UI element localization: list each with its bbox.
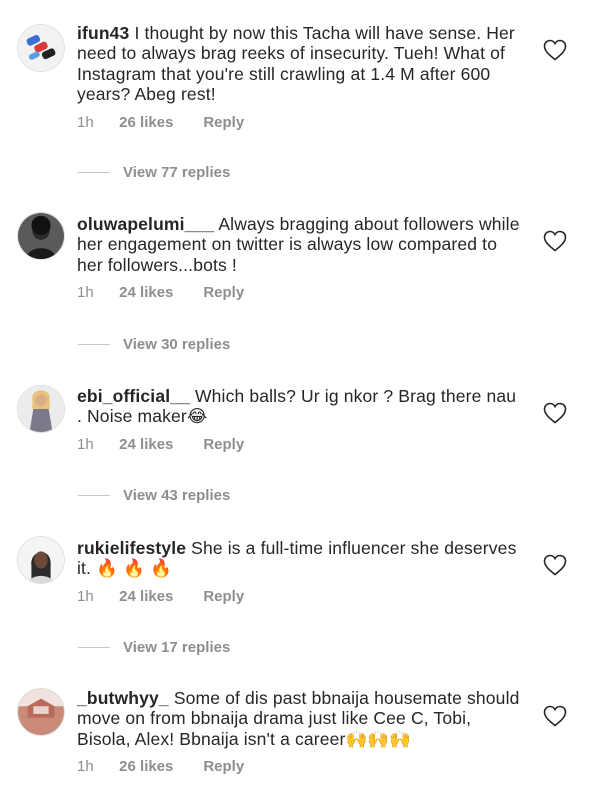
comment-likes[interactable]: 26 likes	[119, 113, 199, 133]
comment-text: _butwhyy_ Some of dis past bbnaija house…	[77, 688, 522, 749]
comment-body: ebi_official__ Which balls? Ur ig nkor ?…	[77, 386, 522, 455]
comment-likes[interactable]: 26 likes	[119, 757, 199, 777]
comment-username[interactable]: _butwhyy_	[77, 688, 169, 708]
replies-divider	[78, 343, 110, 345]
heart-outline-icon[interactable]	[543, 39, 567, 61]
comment-body: ifun43 I thought by now this Tacha will …	[77, 23, 522, 133]
reply-button[interactable]: Reply	[203, 283, 244, 303]
comment-time: 1h	[77, 113, 94, 131]
replies-divider	[78, 171, 110, 173]
comment-text: oluwapelumi___ Always bragging about fol…	[77, 214, 522, 275]
comment-text: rukielifestyle She is a full-time influe…	[77, 538, 522, 579]
comment-time: 1h	[77, 758, 94, 776]
comment-body: oluwapelumi___ Always bragging about fol…	[77, 214, 522, 303]
comment-body: _butwhyy_ Some of dis past bbnaija house…	[77, 688, 522, 777]
reply-button[interactable]: Reply	[203, 435, 244, 455]
replies-divider	[78, 646, 110, 648]
view-replies-button[interactable]: View 30 replies	[78, 334, 230, 354]
avatar[interactable]	[17, 212, 65, 260]
heart-outline-icon[interactable]	[543, 705, 567, 727]
comment-time: 1h	[77, 284, 94, 302]
comment-meta: 1h 26 likes Reply	[77, 757, 522, 777]
reply-button[interactable]: Reply	[203, 757, 244, 777]
heart-outline-icon[interactable]	[543, 402, 567, 424]
view-replies-label[interactable]: View 17 replies	[123, 639, 230, 656]
comment-meta: 1h 24 likes Reply	[77, 435, 522, 455]
avatar[interactable]	[17, 385, 65, 433]
heart-outline-icon[interactable]	[543, 554, 567, 576]
avatar[interactable]	[17, 536, 65, 584]
comment-time: 1h	[77, 435, 94, 453]
comment-text: ebi_official__ Which balls? Ur ig nkor ?…	[77, 386, 522, 427]
avatar[interactable]	[17, 24, 65, 72]
comment-likes[interactable]: 24 likes	[119, 435, 199, 455]
comment-likes[interactable]: 24 likes	[119, 283, 199, 303]
comment-username[interactable]: oluwapelumi___	[77, 214, 214, 234]
view-replies-label[interactable]: View 30 replies	[123, 336, 230, 353]
reply-button[interactable]: Reply	[203, 587, 244, 607]
replies-divider	[78, 494, 110, 496]
reply-button[interactable]: Reply	[203, 113, 244, 133]
avatar[interactable]	[17, 688, 65, 736]
comment-body: rukielifestyle She is a full-time influe…	[77, 538, 522, 607]
comment-time: 1h	[77, 587, 94, 605]
heart-outline-icon[interactable]	[543, 230, 567, 252]
view-replies-label[interactable]: View 77 replies	[123, 164, 230, 181]
comment-username[interactable]: rukielifestyle	[77, 538, 186, 558]
view-replies-button[interactable]: View 17 replies	[78, 637, 230, 657]
comment-meta: 1h 24 likes Reply	[77, 283, 522, 303]
comment-meta: 1h 24 likes Reply	[77, 587, 522, 607]
view-replies-label[interactable]: View 43 replies	[123, 487, 230, 504]
comment-text: ifun43 I thought by now this Tacha will …	[77, 23, 522, 105]
view-replies-button[interactable]: View 43 replies	[78, 485, 230, 505]
comment-username[interactable]: ifun43	[77, 23, 129, 43]
view-replies-button[interactable]: View 77 replies	[78, 162, 230, 182]
comment-content: I thought by now this Tacha will have se…	[77, 23, 515, 105]
comment-username[interactable]: ebi_official__	[77, 386, 190, 406]
comment-meta: 1h 26 likes Reply	[77, 113, 522, 133]
comment-likes[interactable]: 24 likes	[119, 587, 199, 607]
